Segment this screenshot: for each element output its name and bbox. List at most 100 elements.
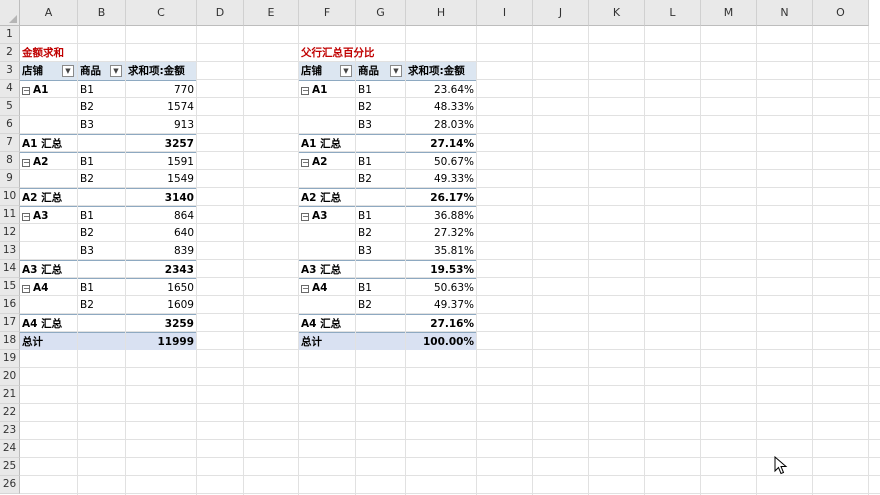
pivot_left-store-cell[interactable]: 总计 bbox=[20, 332, 77, 350]
pivot_right-product-cell[interactable] bbox=[356, 188, 405, 206]
pivot_left-product-cell[interactable]: B1 bbox=[78, 152, 125, 170]
pivot_right-product-header[interactable]: 商品 ▼ bbox=[356, 62, 405, 80]
pivot_right-value-cell[interactable]: 48.33% bbox=[406, 98, 476, 116]
pivot_left-product-cell[interactable] bbox=[78, 188, 125, 206]
row-header-20[interactable]: 20 bbox=[0, 368, 20, 386]
collapse-minus-icon[interactable]: − bbox=[22, 87, 30, 95]
pivot_left-product-cell[interactable] bbox=[78, 314, 125, 332]
pivot_right-store-cell[interactable]: A1 汇总 bbox=[299, 134, 355, 152]
column-header-a[interactable]: A bbox=[20, 0, 78, 26]
row-header-10[interactable]: 10 bbox=[0, 188, 20, 206]
row-header-19[interactable]: 19 bbox=[0, 350, 20, 368]
column-header-j[interactable]: J bbox=[533, 0, 589, 26]
pivot_right-value-cell[interactable]: 28.03% bbox=[406, 116, 476, 134]
pivot_left-product-cell[interactable]: B1 bbox=[78, 80, 125, 98]
pivot_right-store-cell[interactable]: − A4 bbox=[299, 278, 355, 296]
pivot_left-store-cell[interactable] bbox=[20, 296, 77, 314]
row-header-26[interactable]: 26 bbox=[0, 476, 20, 494]
row-header-8[interactable]: 8 bbox=[0, 152, 20, 170]
pivot_left-sum-header[interactable]: 求和项:金额 bbox=[126, 62, 196, 80]
row-header-18[interactable]: 18 bbox=[0, 332, 20, 350]
collapse-minus-icon[interactable]: − bbox=[301, 213, 309, 221]
pivot_right-sum-header[interactable]: 求和项:金额 bbox=[406, 62, 476, 80]
pivot_right-store-cell[interactable]: A3 汇总 bbox=[299, 260, 355, 278]
pivot_right-product-cell[interactable]: B2 bbox=[356, 98, 405, 116]
pivot_left-title[interactable]: 金额求和 bbox=[20, 44, 196, 62]
column-header-f[interactable]: F bbox=[299, 0, 356, 26]
pivot_right-value-cell[interactable]: 36.88% bbox=[406, 206, 476, 224]
pivot_left-value-cell[interactable]: 2343 bbox=[126, 260, 196, 278]
pivot_left-store-cell[interactable]: − A1 bbox=[20, 80, 77, 98]
pivot_right-store-cell[interactable]: − A2 bbox=[299, 152, 355, 170]
pivot_left-value-cell[interactable]: 770 bbox=[126, 80, 196, 98]
pivot_left-store-cell[interactable]: − A2 bbox=[20, 152, 77, 170]
pivot_right-value-cell[interactable]: 50.63% bbox=[406, 278, 476, 296]
pivot_right-value-cell[interactable]: 49.37% bbox=[406, 296, 476, 314]
column-header-h[interactable]: H bbox=[406, 0, 477, 26]
pivot_left-product-cell[interactable]: B2 bbox=[78, 224, 125, 242]
pivot_right-value-cell[interactable]: 27.14% bbox=[406, 134, 476, 152]
pivot_left-value-cell[interactable]: 3257 bbox=[126, 134, 196, 152]
pivot_right-value-cell[interactable]: 27.16% bbox=[406, 314, 476, 332]
row-header-11[interactable]: 11 bbox=[0, 206, 20, 224]
row-header-14[interactable]: 14 bbox=[0, 260, 20, 278]
collapse-minus-icon[interactable]: − bbox=[22, 285, 30, 293]
pivot_left-value-cell[interactable]: 1609 bbox=[126, 296, 196, 314]
pivot_right-value-cell[interactable]: 27.32% bbox=[406, 224, 476, 242]
pivot_left-product-cell[interactable] bbox=[78, 134, 125, 152]
pivot_left-product-cell[interactable]: B1 bbox=[78, 278, 125, 296]
pivot_left-value-cell[interactable]: 640 bbox=[126, 224, 196, 242]
column-header-c[interactable]: C bbox=[126, 0, 197, 26]
cell-grid[interactable]: 金额求和 店铺 ▼ 商品 ▼ 求和项:金额 − A1 B1 770 B2 1574 B3 913 A1 汇总… bbox=[20, 26, 880, 495]
pivot_left-product-header[interactable]: 商品 ▼ bbox=[78, 62, 125, 80]
pivot_left-product-cell[interactable] bbox=[78, 332, 125, 350]
row-header-21[interactable]: 21 bbox=[0, 386, 20, 404]
column-header-b[interactable]: B bbox=[78, 0, 126, 26]
pivot_right-product-cell[interactable]: B1 bbox=[356, 152, 405, 170]
column-header-e[interactable]: E bbox=[244, 0, 299, 26]
column-header-m[interactable]: M bbox=[701, 0, 757, 26]
pivot_left-product-cell[interactable]: B3 bbox=[78, 242, 125, 260]
pivot_left-store-cell[interactable]: A4 汇总 bbox=[20, 314, 77, 332]
pivot_left-value-cell[interactable]: 1650 bbox=[126, 278, 196, 296]
filter-dropdown-icon[interactable]: ▼ bbox=[62, 65, 74, 77]
row-header-13[interactable]: 13 bbox=[0, 242, 20, 260]
pivot_right-store-cell[interactable] bbox=[299, 116, 355, 134]
pivot_right-product-cell[interactable]: B1 bbox=[356, 80, 405, 98]
pivot_right-value-cell[interactable]: 35.81% bbox=[406, 242, 476, 260]
collapse-minus-icon[interactable]: − bbox=[22, 159, 30, 167]
pivot_left-value-cell[interactable]: 3140 bbox=[126, 188, 196, 206]
collapse-minus-icon[interactable]: − bbox=[301, 87, 309, 95]
row-header-9[interactable]: 9 bbox=[0, 170, 20, 188]
column-header-g[interactable]: G bbox=[356, 0, 406, 26]
pivot_right-store-cell[interactable] bbox=[299, 98, 355, 116]
pivot_right-product-cell[interactable]: B1 bbox=[356, 278, 405, 296]
pivot_left-store-cell[interactable] bbox=[20, 116, 77, 134]
pivot_right-value-cell[interactable]: 49.33% bbox=[406, 170, 476, 188]
pivot_right-store-header[interactable]: 店铺 ▼ bbox=[299, 62, 355, 80]
column-header-i[interactable]: I bbox=[477, 0, 533, 26]
pivot_left-store-cell[interactable] bbox=[20, 170, 77, 188]
pivot_left-product-cell[interactable] bbox=[78, 260, 125, 278]
pivot_left-value-cell[interactable]: 1591 bbox=[126, 152, 196, 170]
pivot_left-product-cell[interactable]: B1 bbox=[78, 206, 125, 224]
pivot_right-store-cell[interactable] bbox=[299, 242, 355, 260]
pivot_right-product-cell[interactable]: B3 bbox=[356, 116, 405, 134]
pivot_right-store-cell[interactable]: A4 汇总 bbox=[299, 314, 355, 332]
pivot_left-store-cell[interactable]: − A3 bbox=[20, 206, 77, 224]
collapse-minus-icon[interactable]: − bbox=[301, 159, 309, 167]
row-header-5[interactable]: 5 bbox=[0, 98, 20, 116]
pivot_right-store-cell[interactable]: 总计 bbox=[299, 332, 355, 350]
row-header-2[interactable]: 2 bbox=[0, 44, 20, 62]
pivot_left-product-cell[interactable]: B2 bbox=[78, 296, 125, 314]
pivot_right-product-cell[interactable] bbox=[356, 332, 405, 350]
pivot_left-store-cell[interactable]: A2 汇总 bbox=[20, 188, 77, 206]
pivot_left-value-cell[interactable]: 11999 bbox=[126, 332, 196, 350]
pivot_right-product-cell[interactable]: B1 bbox=[356, 206, 405, 224]
row-header-4[interactable]: 4 bbox=[0, 80, 20, 98]
pivot_right-product-cell[interactable]: B2 bbox=[356, 170, 405, 188]
row-header-6[interactable]: 6 bbox=[0, 116, 20, 134]
pivot_left-value-cell[interactable]: 839 bbox=[126, 242, 196, 260]
pivot_right-store-cell[interactable]: − A1 bbox=[299, 80, 355, 98]
pivot_right-store-cell[interactable] bbox=[299, 170, 355, 188]
